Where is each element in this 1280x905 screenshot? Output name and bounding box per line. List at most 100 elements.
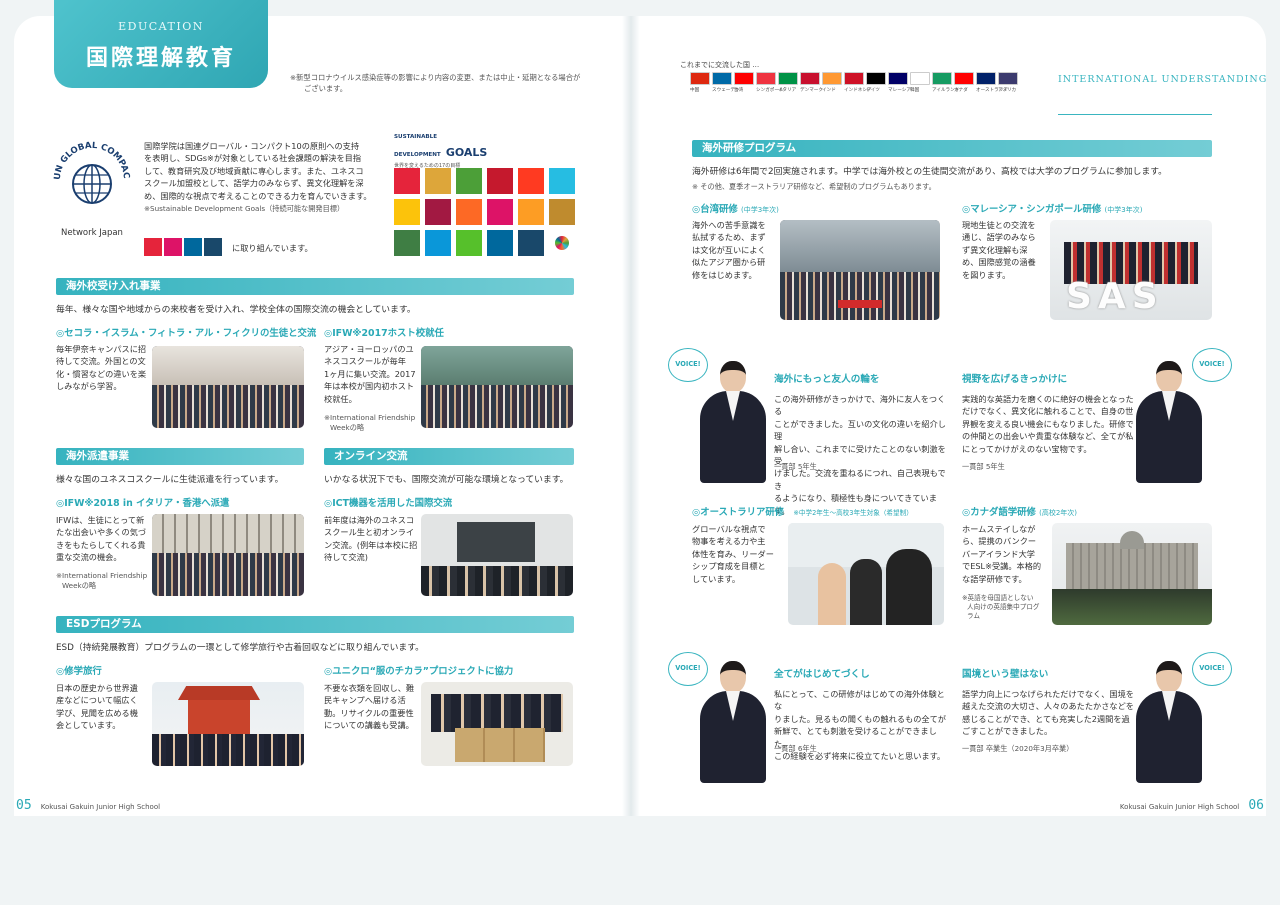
sdg-goal-icon bbox=[518, 199, 544, 225]
temple-roof bbox=[178, 686, 260, 700]
country-flag-icon bbox=[910, 72, 930, 85]
un-logo-sub: Network Japan bbox=[61, 228, 123, 238]
right-page: これまでに交流した国 … 中国 スウェーデン 台湾 シンガポール イタリア デンマーク イン… bbox=[640, 16, 1266, 816]
country-flag-label: ドイツ bbox=[866, 88, 880, 93]
section-bar-accept: 海外校受け入れ事業 bbox=[56, 278, 574, 295]
accept-item2-title: IFW※2017ホスト校就任 bbox=[324, 325, 444, 339]
sdg-goal-icon bbox=[394, 199, 420, 225]
photo-australia bbox=[788, 523, 944, 625]
parliament-building bbox=[1066, 543, 1198, 589]
header-rule bbox=[1058, 114, 1212, 115]
country-flag-label: 中国 bbox=[690, 88, 700, 93]
page-fold bbox=[622, 16, 640, 816]
accept-item1-text: 毎年伊奈キャンパスに招 待して交流。外国との文 化・慣習などの違いを楽 しみなが… bbox=[56, 344, 147, 392]
voice2-title: 視野を広げるきっかけに bbox=[962, 374, 1068, 385]
accept-item2-note: ※International Friendship Weekの略 bbox=[324, 413, 416, 432]
country-flag-icon bbox=[800, 72, 820, 85]
voice4-title: 国境という壁はない bbox=[962, 669, 1049, 680]
voice2-author: 一貫部 5年生 bbox=[962, 462, 1005, 471]
voice1-title: 海外にもっと友人の輪を bbox=[774, 374, 880, 385]
voice1-text: この海外研修がきっかけで、海外に友人をつくる ことができました。互いの文化の違い… bbox=[774, 394, 946, 516]
country-flag-label: インド bbox=[822, 88, 836, 93]
photo-malaysia: SAS bbox=[1050, 220, 1212, 320]
country-flag-icon bbox=[778, 72, 798, 85]
footer-left: 05 Kokusai Gakuin Junior High School bbox=[16, 794, 160, 813]
sdg-goal-icon bbox=[549, 168, 575, 194]
country-flag-label: マレーシア bbox=[888, 88, 911, 93]
un-global-compact-logo: UN GLOBAL COMPACT Network Japan bbox=[47, 131, 134, 238]
section-bar-esd: ESDプログラム bbox=[56, 616, 574, 633]
photo-accept-1 bbox=[152, 346, 304, 428]
banner bbox=[838, 300, 882, 308]
person bbox=[850, 559, 882, 625]
country-flag-label: デンマーク bbox=[800, 88, 823, 93]
intro-text: 国際学院は国連グローバル・コンパクト10の原則への支持 を表明し、SDGs※が対… bbox=[144, 140, 384, 214]
school-name-left: Kokusai Gakuin Junior High School bbox=[40, 803, 161, 811]
country-flag-label: イタリア bbox=[778, 88, 797, 93]
student-photo-1 bbox=[698, 361, 768, 483]
title-tab: EDUCATION 国際理解教育 bbox=[54, 0, 268, 88]
photo-school-trip bbox=[152, 682, 304, 766]
country-flag-icon bbox=[756, 72, 776, 85]
temple-body bbox=[188, 700, 250, 734]
sas-letters: SAS bbox=[1066, 276, 1164, 317]
voice-badge: VOICE! bbox=[1192, 348, 1232, 382]
sdg-goal-icon bbox=[518, 168, 544, 194]
page-number-left: 05 bbox=[16, 798, 32, 813]
section-bar-abroad: 海外研修プログラム bbox=[692, 140, 1212, 157]
brochure-spread: EDUCATION 国際理解教育 ※新型コロナウイルス感染症等の影響により内容の… bbox=[0, 0, 1280, 905]
voice3-author: 一貫部 6年生 bbox=[774, 744, 817, 753]
photo-taiwan bbox=[780, 220, 940, 320]
accept-lead: 毎年、様々な国や地域からの来校者を受け入れ、学校全体の国際交流の機会としています… bbox=[56, 305, 416, 315]
sdgs-footnote: ※Sustainable Development Goals（持続可能な開発目標… bbox=[144, 204, 345, 214]
sdg-goal-icon bbox=[425, 199, 451, 225]
sdg-mini-icon bbox=[204, 238, 222, 256]
accept-item2-text: アジア・ヨーロッパのユ ネスコスクールが毎年 1ヶ月に集い交流。2017 年は本… bbox=[324, 344, 416, 404]
malaysia-title: マレーシア・シンガポール研修 (中学3年次) bbox=[962, 201, 1142, 215]
esd-item2-title: ユニクロ“服のチカラ”プロジェクトに協力 bbox=[324, 663, 513, 677]
dispatch-lead: 様々な国のユネスコスクールに生徒派遣を行っています。 bbox=[56, 475, 284, 485]
section-bar-online: オンライン交流 bbox=[324, 448, 574, 465]
country-flag-icon bbox=[844, 72, 864, 85]
sdg-mini-icon bbox=[144, 238, 162, 256]
country-flag-icon bbox=[734, 72, 754, 85]
photo-canada bbox=[1052, 523, 1212, 625]
sdg-goal-icon bbox=[487, 230, 513, 256]
sdg-goal-icon bbox=[456, 230, 482, 256]
left-page: EDUCATION 国際理解教育 ※新型コロナウイルス感染症等の影響により内容の… bbox=[14, 0, 622, 816]
country-flag-icon bbox=[866, 72, 886, 85]
voice3-title: 全てがはじめてづくし bbox=[774, 669, 870, 680]
page-title: 国際理解教育 bbox=[85, 46, 236, 71]
sdg-mini-icon bbox=[184, 238, 202, 256]
sdg-goal-icon bbox=[518, 230, 544, 256]
student-photo-2 bbox=[1134, 361, 1204, 483]
student-photo-4 bbox=[1134, 661, 1204, 783]
photo-dispatch bbox=[152, 514, 304, 596]
svg-text:UN GLOBAL COMPACT: UN GLOBAL COMPACT bbox=[50, 138, 131, 180]
taiwan-text: 海外への苦手意識を 払拭するため、まず は文化が互いによく 似たアジア圏から研 … bbox=[692, 220, 766, 280]
australia-text: グローバルな視点で 物事を考える力や主 体性を育み、リーダー シップ育成を目標と… bbox=[692, 524, 774, 584]
sdg-goal-icon bbox=[487, 168, 513, 194]
canada-note: ※英語を母国語としない 人向けの英語集中プログ ラム bbox=[962, 594, 1040, 620]
covid-note: ※新型コロナウイルス感染症等の影響により内容の変更、または中止・延期となる場合が… bbox=[290, 73, 581, 93]
sdg-goal-icon bbox=[487, 199, 513, 225]
dispatch-item-text: IFWは、生徒にとって新 たな出会いや多くの気づ きをもたらしてくれる貴 重な交… bbox=[56, 515, 147, 563]
section-bar-dispatch: 海外派遣事業 bbox=[56, 448, 304, 465]
student-photo-3 bbox=[698, 661, 768, 783]
sdg-goals-grid bbox=[394, 168, 578, 262]
photo-accept-2 bbox=[421, 346, 573, 428]
sdg-goal-icon bbox=[425, 230, 451, 256]
country-flag-icon bbox=[954, 72, 974, 85]
country-flag-icon bbox=[822, 72, 842, 85]
footer-right: Kokusai Gakuin Junior High School 06 bbox=[1120, 794, 1264, 813]
abroad-note: ※ その他、夏季オーストラリア研修など、希望制のプログラムもあります。 bbox=[692, 182, 936, 191]
country-flag-icon bbox=[712, 72, 732, 85]
online-item-text: 前年度は海外のユネスコ スクール生と初オンライ ン交流。(例年は本校に招 待して… bbox=[324, 515, 418, 563]
sdg-goal-icon bbox=[456, 168, 482, 194]
country-flags: 中国 スウェーデン 台湾 シンガポール イタリア デンマーク インド インドネシア ドイツ マレー… bbox=[690, 72, 1030, 98]
abroad-lead: 海外研修は6年間で2回実施されます。中学では海外校との生徒間交流があり、高校では… bbox=[692, 167, 1167, 177]
esd-item2-text: 不要な衣類を回収し、難 民キャンプへ届ける活 動。リサイクルの重要性 についての… bbox=[324, 683, 415, 731]
country-flag-icon bbox=[932, 72, 952, 85]
projector-screen bbox=[457, 522, 535, 562]
school-name-right: Kokusai Gakuin Junior High School bbox=[1119, 803, 1240, 811]
